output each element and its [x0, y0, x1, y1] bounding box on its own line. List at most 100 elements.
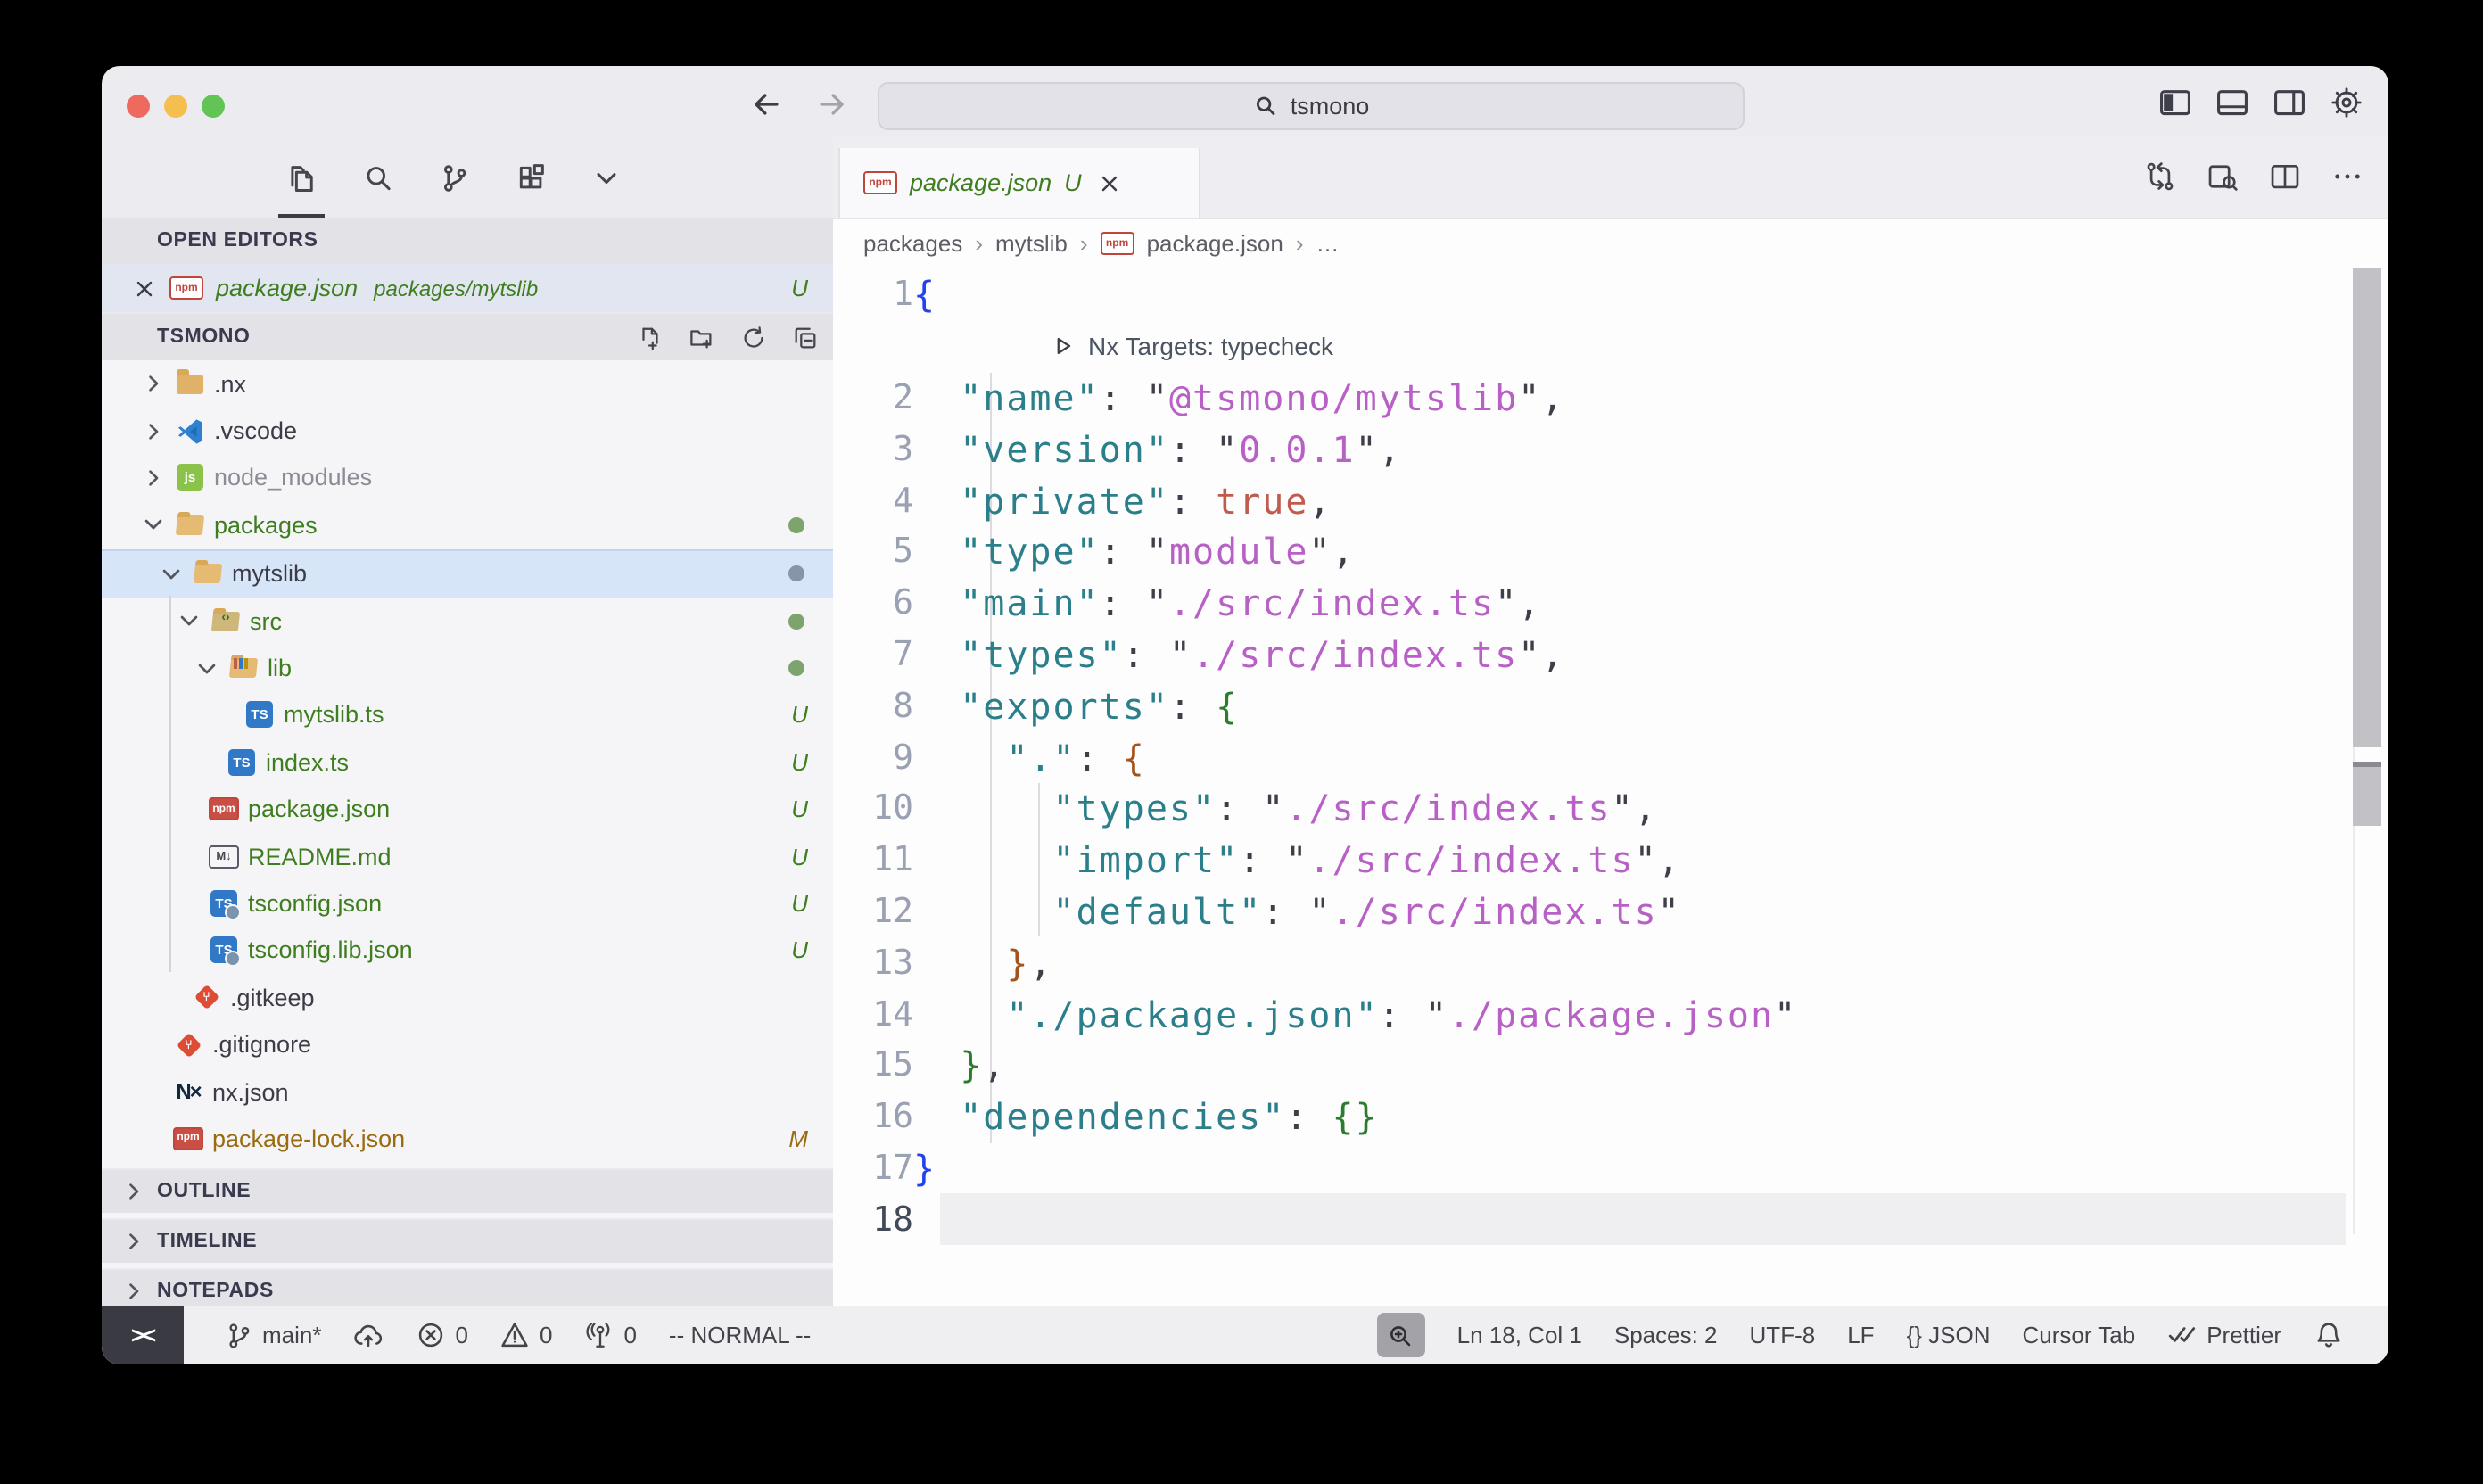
gear-icon[interactable]: [2330, 86, 2363, 120]
tree-item-index-ts[interactable]: TSindex.tsU: [102, 738, 833, 786]
code-line[interactable]: 6 "main": "./src/index.ts",: [833, 578, 2388, 630]
explorer-header[interactable]: TSMONO: [102, 312, 833, 360]
code-line[interactable]: 17}: [833, 1142, 2388, 1194]
line-number: 9: [833, 738, 913, 777]
tree-item-tsconfig-lib-json[interactable]: TStsconfig.lib.jsonU: [102, 927, 833, 974]
breadcrumb-item[interactable]: package.json: [1147, 230, 1283, 257]
section-header-timeline[interactable]: TIMELINE: [102, 1217, 833, 1262]
chevron-right-icon: [121, 1228, 146, 1253]
tree-item-node-modules[interactable]: jsnode_modules: [102, 455, 833, 502]
command-center-search[interactable]: tsmono: [878, 82, 1745, 130]
split-editor-icon[interactable]: [2269, 161, 2301, 193]
line-number: 16: [833, 1097, 913, 1136]
tab-package-json[interactable]: npm package.json U: [838, 148, 1200, 218]
navigate-back-icon[interactable]: [749, 87, 783, 121]
status-0[interactable]: 0: [417, 1320, 468, 1350]
code-line[interactable]: 8 "exports": {: [833, 680, 2388, 732]
new-file-icon[interactable]: [637, 324, 664, 350]
maximize-window-button[interactable]: [202, 95, 225, 118]
open-preview-icon[interactable]: [2207, 161, 2239, 193]
code-area[interactable]: 1{Nx Targets: typecheck2 "name": "@tsmon…: [833, 269, 2388, 1306]
tree-item-src[interactable]: ‹›src: [102, 598, 833, 645]
code-line[interactable]: 11 "import": "./src/index.ts",: [833, 835, 2388, 886]
code-line[interactable]: 13 },: [833, 937, 2388, 989]
tree-item--gitkeep[interactable]: ⑂.gitkeep: [102, 974, 833, 1021]
title-bar[interactable]: tsmono: [102, 66, 2388, 137]
code-line-content: "private": true,: [913, 479, 1332, 522]
close-tab-icon[interactable]: [1098, 170, 1123, 195]
panel-left-icon[interactable]: [2158, 86, 2192, 120]
status-cursor-tab[interactable]: Cursor Tab: [2023, 1322, 2136, 1348]
code-line[interactable]: 7 "types": "./src/index.ts",: [833, 629, 2388, 680]
open-editors-header[interactable]: OPEN EDITORS: [102, 218, 833, 264]
refresh-icon[interactable]: [740, 324, 767, 350]
tree-item-tsconfig-json[interactable]: TStsconfig.jsonU: [102, 880, 833, 928]
code-line[interactable]: 18: [833, 1194, 2388, 1246]
status--normal-[interactable]: -- NORMAL --: [669, 1322, 811, 1348]
status-prettier[interactable]: Prettier: [2167, 1320, 2281, 1350]
panel-right-icon[interactable]: [2273, 86, 2306, 120]
tree-item-packages[interactable]: packages: [102, 501, 833, 548]
tree-item-label: package.json: [248, 796, 390, 822]
tree-item-nx-json[interactable]: N×nx.json: [102, 1068, 833, 1116]
tree-item-mytslib[interactable]: mytslib: [102, 548, 833, 598]
panel-bottom-icon[interactable]: [2215, 86, 2249, 120]
code-line[interactable]: 10 "types": "./src/index.ts",: [833, 783, 2388, 835]
code-line[interactable]: 16 "dependencies": {}: [833, 1092, 2388, 1143]
tree-item-mytslib-ts[interactable]: TSmytslib.tsU: [102, 691, 833, 738]
breadcrumb-item[interactable]: packages: [863, 230, 962, 257]
tree-item-lib[interactable]: lib: [102, 645, 833, 692]
code-line[interactable]: 5 "type": "module",: [833, 526, 2388, 578]
code-line[interactable]: 2 "name": "@tsmono/mytslib",: [833, 372, 2388, 424]
status-utf-8[interactable]: UTF-8: [1750, 1322, 1816, 1348]
close-window-button[interactable]: [127, 95, 150, 118]
code-line[interactable]: 1{: [833, 269, 2388, 321]
breadcrumb-item[interactable]: …: [1316, 230, 1340, 257]
status-lf[interactable]: LF: [1847, 1322, 1874, 1348]
tree-item-package-lock-json[interactable]: npmpackage-lock.jsonM: [102, 1116, 833, 1163]
collapse-all-icon[interactable]: [792, 324, 819, 350]
lib-folder-icon: [228, 653, 259, 683]
activity-item-source-control[interactable]: [439, 137, 471, 218]
code-line[interactable]: 4 "private": true,: [833, 474, 2388, 526]
code-line[interactable]: 9 ".": {: [833, 731, 2388, 783]
code-line[interactable]: 3 "version": "0.0.1",: [833, 424, 2388, 475]
code-line-content: "types": "./src/index.ts",: [913, 787, 1658, 830]
navigate-forward-icon[interactable]: [815, 87, 849, 121]
code-line[interactable]: 15 },: [833, 1040, 2388, 1092]
minimize-window-button[interactable]: [164, 95, 187, 118]
status-0[interactable]: 0: [500, 1320, 552, 1350]
status-bell[interactable]: [2314, 1320, 2344, 1350]
tree-item-readme-md[interactable]: M↓README.mdU: [102, 833, 833, 880]
status-0[interactable]: 0: [584, 1320, 636, 1350]
tree-item--nx[interactable]: .nx: [102, 360, 833, 408]
status-cloud[interactable]: [354, 1320, 384, 1350]
status-ln-18-col-1[interactable]: Ln 18, Col 1: [1457, 1322, 1582, 1348]
chevron-right-icon: [121, 1178, 146, 1203]
tree-item--vscode[interactable]: .vscode: [102, 408, 833, 455]
remote-indicator[interactable]: ><: [102, 1306, 184, 1364]
code-line[interactable]: 14 "./package.json": "./package.json": [833, 988, 2388, 1040]
section-header-outline[interactable]: OUTLINE: [102, 1167, 833, 1212]
activity-item-extensions[interactable]: [516, 137, 548, 218]
status-main-[interactable]: main*: [225, 1321, 322, 1349]
more-actions-icon[interactable]: [2331, 161, 2363, 193]
open-editor-item[interactable]: npmpackage.jsonpackages/mytslibU: [102, 264, 833, 312]
close-editor-icon[interactable]: [132, 276, 157, 301]
activity-item-chevron-down[interactable]: [592, 137, 621, 218]
breadcrumb-item[interactable]: mytslib: [995, 230, 1068, 257]
activity-item-explorer[interactable]: [285, 137, 318, 218]
new-folder-icon[interactable]: [689, 324, 715, 350]
tree-item--gitignore[interactable]: ⑂.gitignore: [102, 1021, 833, 1068]
status-spaces-2[interactable]: Spaces: 2: [1614, 1322, 1718, 1348]
code-line[interactable]: 12 "default": "./src/index.ts": [833, 886, 2388, 937]
chevron-down-icon: [592, 163, 621, 192]
status-zoombox[interactable]: [1377, 1313, 1425, 1357]
breadcrumb[interactable]: packages›mytslib›npmpackage.json›…: [833, 218, 2388, 269]
git-status-badge: U: [791, 702, 808, 729]
status--json[interactable]: {} JSON: [1907, 1322, 1991, 1348]
tree-item-package-json[interactable]: npmpackage.jsonU: [102, 786, 833, 833]
activity-item-search[interactable]: [362, 137, 394, 218]
open-changes-icon[interactable]: [2144, 161, 2176, 193]
codelens-nx-targets[interactable]: Nx Targets: typecheck: [833, 321, 2388, 373]
